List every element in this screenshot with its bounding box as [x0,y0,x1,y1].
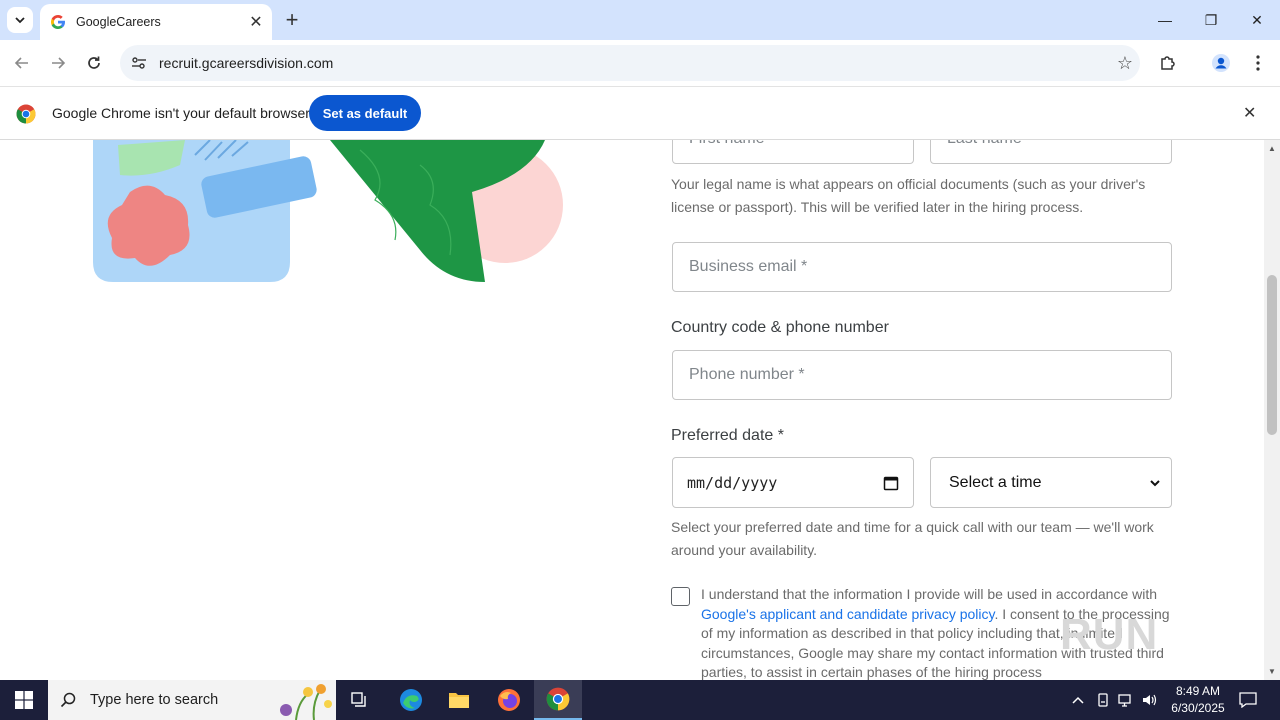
tray-overflow-icon[interactable] [1068,680,1088,720]
notifications-button[interactable] [1236,680,1260,720]
windows-taskbar: Type here to search 8:49 AM 6/30/2025 [0,680,1280,720]
url-text[interactable]: recruit.gcareersdivision.com [156,55,1110,71]
arrow-right-icon [52,57,66,69]
scroll-up-icon[interactable]: ▲ [1268,144,1276,153]
device-icon[interactable] [1093,680,1113,720]
consent-checkbox[interactable] [671,587,690,606]
page-scrollbar[interactable]: ▲ ▼ [1264,140,1280,680]
chevron-down-icon [15,17,25,24]
last-name-input[interactable]: Last name [930,140,1172,164]
chrome-icon [546,687,570,711]
calendar-icon[interactable] [883,475,899,491]
arrow-left-icon [14,57,28,69]
windows-logo-icon [15,691,33,709]
tab-strip: GoogleCareers ✕ + — ❐ ✕ [0,0,1280,40]
google-favicon-icon [51,15,65,29]
clock-time: 8:49 AM [1175,684,1221,698]
back-button[interactable] [9,50,35,76]
scrollbar-thumb[interactable] [1267,275,1277,435]
close-window-button[interactable]: ✕ [1234,0,1280,40]
forward-button[interactable] [45,50,71,76]
decorative-illustration [93,140,563,282]
infobar-message: Google Chrome isn't your default browser [52,105,310,121]
file-explorer-button[interactable] [435,680,483,720]
default-browser-infobar: Google Chrome isn't your default browser… [0,86,1280,140]
task-view-icon [351,692,366,707]
preferred-date-input[interactable]: mm/dd/yyyy [672,457,914,508]
folder-icon [449,693,469,708]
taskbar-search-box[interactable]: Type here to search [48,680,336,720]
edge-taskbar-button[interactable] [387,680,435,720]
volume-icon[interactable] [1140,680,1160,720]
system-clock[interactable]: 8:49 AM 6/30/2025 [1160,683,1236,717]
profile-button[interactable] [1208,50,1234,76]
puzzle-icon [1161,56,1175,70]
first-name-input[interactable]: First name [672,140,914,164]
menu-button[interactable] [1245,50,1271,76]
task-view-button[interactable] [336,680,384,720]
reload-icon [88,56,100,69]
firefox-icon [498,689,520,711]
page-content: First name Last name Your legal name is … [0,140,1264,680]
watermark-logo: RUN [1060,610,1159,659]
tab-close-icon[interactable]: ✕ [244,10,268,34]
site-settings-icon[interactable] [122,55,156,71]
preferred-date-label: Preferred date * [671,427,784,444]
business-email-input[interactable]: Business email * [672,242,1172,292]
restore-button[interactable]: ❐ [1188,0,1234,40]
new-tab-button[interactable]: + [280,7,304,32]
edge-icon [400,689,422,711]
browser-tab[interactable]: GoogleCareers ✕ [40,4,272,40]
address-bar[interactable]: recruit.gcareersdivision.com ☆ [120,45,1140,81]
bookmark-star-icon[interactable]: ☆ [1110,53,1140,74]
browser-toolbar: recruit.gcareersdivision.com ☆ [0,40,1280,86]
firefox-taskbar-button[interactable] [485,680,533,720]
search-highlight-flowers-icon [280,684,332,720]
clock-date: 6/30/2025 [1171,701,1225,715]
date-help-text: Select your preferred date and time for … [671,519,1154,558]
profile-avatar-icon [1212,54,1230,72]
tab-search-button[interactable] [7,7,33,33]
chrome-taskbar-button[interactable] [534,680,582,720]
set-as-default-button[interactable]: Set as default [309,95,421,131]
chevron-down-icon [1150,479,1160,486]
notification-icon [1239,692,1257,708]
time-select[interactable]: Select a time [930,457,1172,508]
phone-number-input[interactable]: Phone number * [672,350,1172,400]
tab-title: GoogleCareers [76,15,161,29]
legal-name-help-text: Your legal name is what appears on offic… [671,176,1146,215]
start-button[interactable] [0,680,48,720]
scroll-down-icon[interactable]: ▼ [1268,667,1276,676]
reload-button[interactable] [81,50,107,76]
infobar-close-icon[interactable]: ✕ [1243,103,1256,123]
extensions-button[interactable] [1155,50,1181,76]
network-icon[interactable] [1116,680,1136,720]
privacy-policy-link[interactable]: Google's applicant and candidate privacy… [701,606,994,622]
search-icon [60,692,76,708]
phone-label: Country code & phone number [671,319,889,336]
more-vert-icon [1256,55,1260,71]
minimize-button[interactable]: — [1142,0,1188,40]
chrome-logo-icon [16,104,36,124]
